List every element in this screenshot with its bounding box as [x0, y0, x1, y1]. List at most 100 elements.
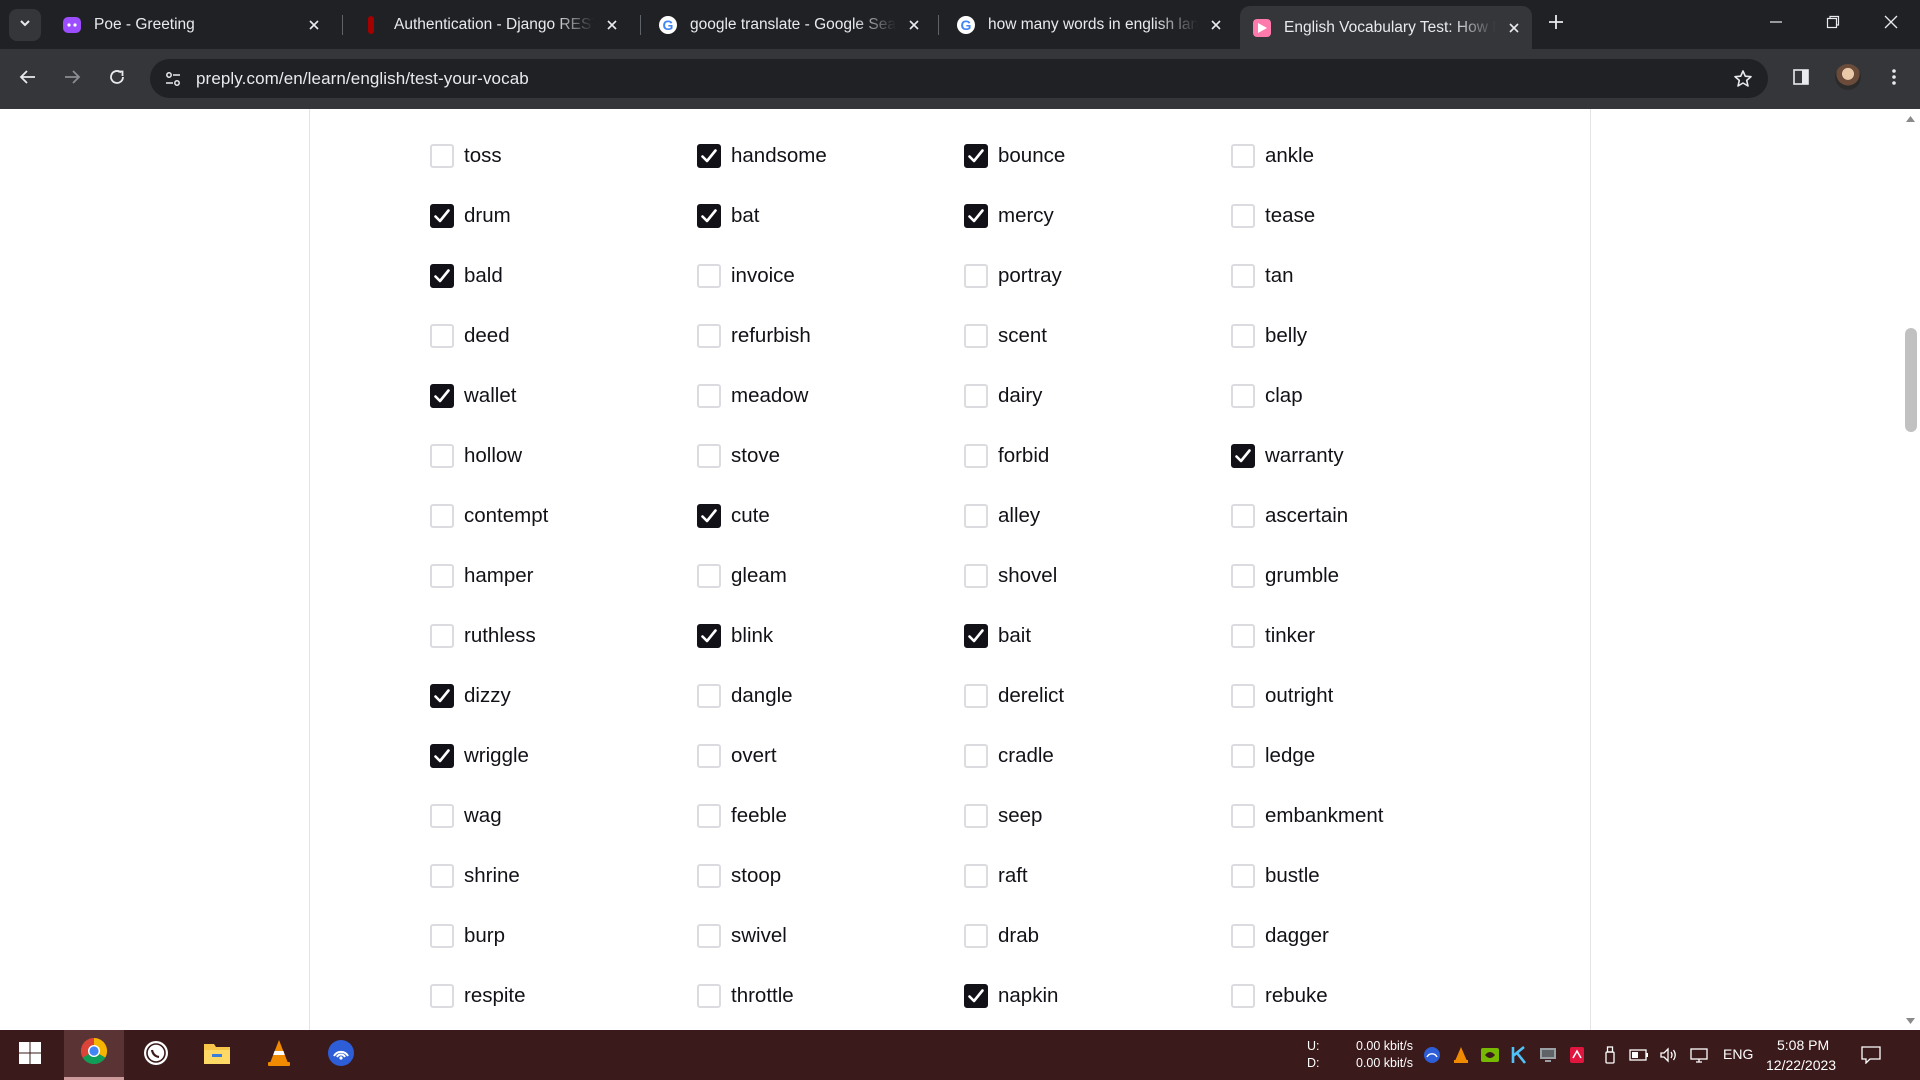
word-option[interactable]: tinker [1231, 616, 1471, 656]
checkbox-checked[interactable] [1231, 444, 1255, 468]
checkbox-unchecked[interactable] [964, 384, 988, 408]
word-option[interactable]: ledge [1231, 736, 1471, 776]
site-info-icon[interactable] [160, 66, 186, 92]
checkbox-checked[interactable] [697, 624, 721, 648]
word-option[interactable]: dangle [697, 676, 937, 716]
checkbox-unchecked[interactable] [430, 564, 454, 588]
clock-date[interactable]: 12/22/2023 [1766, 1057, 1836, 1074]
checkbox-unchecked[interactable] [1231, 384, 1255, 408]
clock-time[interactable]: 5:08 PM [1777, 1037, 1829, 1054]
word-option[interactable]: grumble [1231, 556, 1471, 596]
word-option[interactable]: dizzy [430, 676, 670, 716]
checkbox-unchecked[interactable] [964, 924, 988, 948]
word-option[interactable]: bounce [964, 136, 1204, 176]
address-bar[interactable]: preply.com/en/learn/english/test-your-vo… [150, 59, 1768, 98]
word-option[interactable]: ascertain [1231, 496, 1471, 536]
word-option[interactable]: overt [697, 736, 937, 776]
checkbox-unchecked[interactable] [964, 444, 988, 468]
word-option[interactable]: drab [964, 916, 1204, 956]
checkbox-unchecked[interactable] [430, 504, 454, 528]
checkbox-unchecked[interactable] [1231, 624, 1255, 648]
new-tab-button[interactable] [1542, 10, 1570, 38]
checkbox-unchecked[interactable] [697, 984, 721, 1008]
word-option[interactable]: wriggle [430, 736, 670, 776]
side-panel-button[interactable] [1783, 61, 1819, 97]
checkbox-checked[interactable] [964, 624, 988, 648]
checkbox-unchecked[interactable] [1231, 324, 1255, 348]
checkbox-unchecked[interactable] [1231, 144, 1255, 168]
checkbox-unchecked[interactable] [964, 744, 988, 768]
reload-button[interactable] [99, 61, 135, 97]
checkbox-unchecked[interactable] [964, 564, 988, 588]
word-option[interactable]: burp [430, 916, 670, 956]
taskbar-whatsapp[interactable] [126, 1030, 186, 1080]
word-option[interactable]: stoop [697, 856, 937, 896]
taskbar-file-explorer[interactable] [187, 1030, 247, 1080]
word-option[interactable]: shrine [430, 856, 670, 896]
pdf-tray-icon[interactable] [1566, 1044, 1588, 1066]
checkbox-unchecked[interactable] [1231, 204, 1255, 228]
word-option[interactable]: dagger [1231, 916, 1471, 956]
word-option[interactable]: clap [1231, 376, 1471, 416]
word-option[interactable]: handsome [697, 136, 937, 176]
checkbox-unchecked[interactable] [1231, 264, 1255, 288]
restore-window-button[interactable] [1804, 0, 1862, 49]
checkbox-unchecked[interactable] [1231, 744, 1255, 768]
browser-menu-button[interactable] [1876, 61, 1912, 97]
checkbox-checked[interactable] [430, 684, 454, 708]
close-tab-icon[interactable] [1502, 16, 1526, 40]
checkbox-unchecked[interactable] [697, 264, 721, 288]
checkbox-unchecked[interactable] [697, 924, 721, 948]
checkbox-unchecked[interactable] [1231, 984, 1255, 1008]
usb-tray-icon[interactable] [1599, 1044, 1621, 1066]
checkbox-unchecked[interactable] [430, 444, 454, 468]
minimize-window-button[interactable] [1747, 0, 1805, 49]
word-option[interactable]: invoice [697, 256, 937, 296]
checkbox-unchecked[interactable] [697, 804, 721, 828]
word-option[interactable]: stove [697, 436, 937, 476]
network-tray-icon[interactable] [1421, 1044, 1443, 1066]
checkbox-unchecked[interactable] [697, 564, 721, 588]
word-option[interactable]: outright [1231, 676, 1471, 716]
checkbox-unchecked[interactable] [1231, 684, 1255, 708]
word-option[interactable]: wag [430, 796, 670, 836]
tab-words-in-english-search[interactable]: G how many words in english language [944, 8, 1234, 42]
checkbox-checked[interactable] [697, 504, 721, 528]
tab-django-rest[interactable]: Authentication - Django REST framework [350, 8, 630, 42]
word-option[interactable]: bat [697, 196, 937, 236]
taskbar-chrome[interactable] [64, 1030, 124, 1080]
taskbar-network-app[interactable] [311, 1030, 371, 1080]
checkbox-checked[interactable] [964, 984, 988, 1008]
checkbox-unchecked[interactable] [964, 504, 988, 528]
start-button[interactable] [0, 1030, 60, 1080]
checkbox-unchecked[interactable] [697, 444, 721, 468]
word-option[interactable]: raft [964, 856, 1204, 896]
word-option[interactable]: bait [964, 616, 1204, 656]
input-language[interactable]: ENG [1723, 1046, 1753, 1063]
checkbox-unchecked[interactable] [1231, 804, 1255, 828]
close-tab-icon[interactable] [1204, 13, 1228, 37]
word-option[interactable]: warranty [1231, 436, 1471, 476]
checkbox-unchecked[interactable] [964, 804, 988, 828]
tab-preply-vocab-test[interactable]: English Vocabulary Test: How Many Words … [1240, 6, 1532, 49]
close-window-button[interactable] [1862, 0, 1920, 49]
word-option[interactable]: dairy [964, 376, 1204, 416]
bookmark-star-icon[interactable] [1730, 66, 1756, 92]
checkbox-unchecked[interactable] [964, 684, 988, 708]
vlc-tray-icon[interactable] [1450, 1044, 1472, 1066]
checkbox-unchecked[interactable] [697, 384, 721, 408]
checkbox-unchecked[interactable] [964, 324, 988, 348]
checkbox-checked[interactable] [697, 204, 721, 228]
word-option[interactable]: tease [1231, 196, 1471, 236]
word-option[interactable]: portray [964, 256, 1204, 296]
word-option[interactable]: derelict [964, 676, 1204, 716]
checkbox-checked[interactable] [697, 144, 721, 168]
checkbox-unchecked[interactable] [1231, 924, 1255, 948]
word-option[interactable]: ruthless [430, 616, 670, 656]
word-option[interactable]: hollow [430, 436, 670, 476]
forward-button[interactable] [54, 61, 90, 97]
checkbox-unchecked[interactable] [430, 924, 454, 948]
word-option[interactable]: embankment [1231, 796, 1471, 836]
tab-search-button[interactable] [9, 9, 41, 41]
checkbox-unchecked[interactable] [430, 864, 454, 888]
